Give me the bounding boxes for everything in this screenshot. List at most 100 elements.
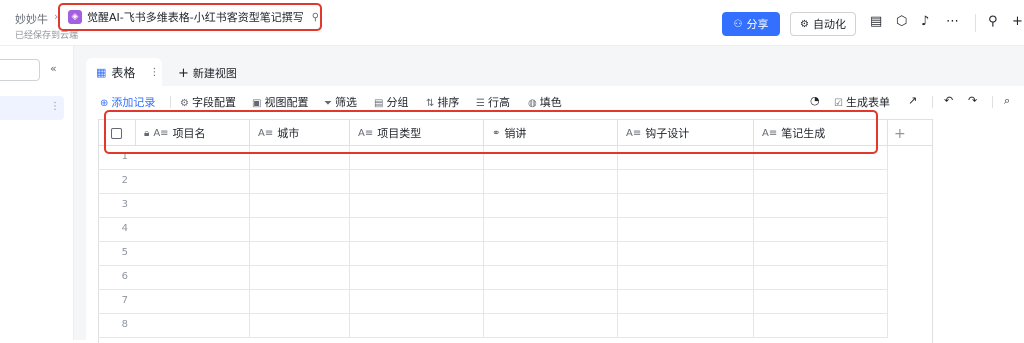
toolbar-divider xyxy=(170,96,171,108)
table-cell[interactable] xyxy=(136,242,250,265)
table-cell[interactable] xyxy=(754,194,888,217)
table-cell[interactable] xyxy=(484,218,618,241)
divider xyxy=(975,14,976,32)
table-cell[interactable] xyxy=(618,242,754,265)
table-cell[interactable] xyxy=(484,266,618,289)
share-button-label: 分享 xyxy=(746,18,769,31)
group-button[interactable]: ▤ 分组 xyxy=(374,94,408,110)
new-view-label: 新建视图 xyxy=(192,67,237,80)
collapse-icon[interactable]: « xyxy=(50,62,57,75)
table-cell[interactable] xyxy=(350,290,484,313)
more-icon[interactable]: ⋯ xyxy=(946,14,959,29)
plugin-icon[interactable]: ⬡ xyxy=(896,14,907,29)
table-cell[interactable] xyxy=(350,218,484,241)
row-number: 3 xyxy=(121,199,128,210)
automation-button[interactable]: ⚙ 自动化 xyxy=(790,12,856,36)
table-cell[interactable] xyxy=(136,314,250,337)
field-config-button[interactable]: ⚙ 字段配置 xyxy=(180,94,236,110)
sidebar-search-input[interactable] xyxy=(0,59,40,81)
add-record-button[interactable]: ⊕ 添加记录 xyxy=(100,94,155,110)
sidebar: « ⋮ xyxy=(0,46,74,340)
table-cell[interactable] xyxy=(484,242,618,265)
view-config-button[interactable]: ▣ 视图配置 xyxy=(252,94,308,110)
document-title-text[interactable]: 觉醒AI-飞书多维表格-小红书客资型笔记撰写 xyxy=(87,9,304,25)
table-cell[interactable] xyxy=(754,242,888,265)
row-number: 7 xyxy=(121,295,128,306)
more-icon[interactable]: ⋮ xyxy=(50,101,60,112)
fill-color-label: 填色 xyxy=(539,96,562,109)
table-cell[interactable] xyxy=(754,266,888,289)
pin-icon[interactable]: ⚲ xyxy=(312,12,319,23)
sort-icon: ⇅ xyxy=(426,98,435,109)
table-cell[interactable] xyxy=(250,194,350,217)
generate-form-button[interactable]: ☑ 生成表单 xyxy=(834,94,890,110)
table-cell[interactable] xyxy=(136,218,250,241)
table-cell[interactable] xyxy=(136,194,250,217)
bell-icon[interactable]: ♪ xyxy=(921,14,929,29)
document-title[interactable]: ◈ 觉醒AI-飞书多维表格-小红书客资型笔记撰写 ⚲ xyxy=(58,3,322,31)
table-cell[interactable] xyxy=(350,242,484,265)
table-row[interactable]: 3 xyxy=(98,194,888,218)
breadcrumb-workspace[interactable]: 妙妙牛 xyxy=(15,11,48,27)
table-cell[interactable] xyxy=(484,314,618,337)
table-row[interactable]: 2 xyxy=(98,170,888,194)
table-cell[interactable] xyxy=(350,170,484,193)
form-icon: ☑ xyxy=(834,98,843,109)
add-icon[interactable]: + xyxy=(1012,14,1023,29)
share-button[interactable]: ⚇ 分享 xyxy=(722,12,780,36)
table-row[interactable]: 8 xyxy=(98,314,888,338)
table-cell[interactable] xyxy=(136,170,250,193)
tab-table[interactable]: ▦ 表格 ⋮ xyxy=(86,58,162,86)
table-cell[interactable] xyxy=(350,194,484,217)
table-cell[interactable] xyxy=(618,194,754,217)
table-cell[interactable] xyxy=(754,170,888,193)
table-cell[interactable] xyxy=(618,218,754,241)
search-icon[interactable]: ⚲ xyxy=(988,14,998,29)
table-cell[interactable] xyxy=(484,170,618,193)
table-cell[interactable] xyxy=(754,218,888,241)
table-cell[interactable] xyxy=(618,290,754,313)
table-cell[interactable] xyxy=(250,218,350,241)
table-cell[interactable] xyxy=(250,170,350,193)
table-cell[interactable] xyxy=(250,314,350,337)
share-view-icon[interactable]: ↗ xyxy=(908,94,917,107)
table-cell[interactable] xyxy=(618,314,754,337)
filter-label: 筛选 xyxy=(335,96,357,109)
filter-button[interactable]: ⏷ 筛选 xyxy=(324,94,357,110)
main-area: ▦ 表格 ⋮ + 新建视图 ⊕ 添加记录 ⚙ 字段配置 ▣ 视图配置 ⏷ 筛选 ▤ 分组 ⇅… xyxy=(74,46,1024,343)
table-cell[interactable] xyxy=(136,290,250,313)
table-cell[interactable] xyxy=(250,290,350,313)
table-cell[interactable] xyxy=(136,266,250,289)
row-height-button[interactable]: ☰ 行高 xyxy=(476,94,510,110)
table-cell[interactable] xyxy=(350,266,484,289)
new-view-button[interactable]: + 新建视图 xyxy=(178,65,237,81)
filter-icon: ⏷ xyxy=(324,98,332,109)
table-row[interactable]: 6 xyxy=(98,266,888,290)
highlight-annotation xyxy=(104,110,878,154)
grid-border xyxy=(932,119,933,343)
table-cell[interactable] xyxy=(350,314,484,337)
history-icon[interactable]: ◔ xyxy=(810,94,820,107)
gear-icon: ⚙ xyxy=(180,98,189,109)
fill-color-button[interactable]: ◍ 填色 xyxy=(528,94,562,110)
view-config-label: 视图配置 xyxy=(264,96,309,109)
paint-bucket-icon: ◍ xyxy=(528,98,537,109)
table-cell[interactable] xyxy=(754,290,888,313)
more-icon[interactable]: ⋮ xyxy=(149,67,159,78)
search-records-icon[interactable]: ⌕ xyxy=(1004,94,1010,108)
undo-icon[interactable]: ↶ xyxy=(944,94,953,107)
table-cell[interactable] xyxy=(618,266,754,289)
table-row[interactable]: 4 xyxy=(98,218,888,242)
doc-icon[interactable]: ▤ xyxy=(870,14,882,29)
table-cell[interactable] xyxy=(484,290,618,313)
add-column-icon[interactable]: + xyxy=(894,126,906,142)
table-cell[interactable] xyxy=(754,314,888,337)
table-cell[interactable] xyxy=(250,242,350,265)
table-cell[interactable] xyxy=(250,266,350,289)
table-cell[interactable] xyxy=(484,194,618,217)
table-row[interactable]: 7 xyxy=(98,290,888,314)
sort-button[interactable]: ⇅ 排序 xyxy=(426,94,459,110)
table-row[interactable]: 5 xyxy=(98,242,888,266)
redo-icon[interactable]: ↷ xyxy=(968,94,977,107)
table-cell[interactable] xyxy=(618,170,754,193)
